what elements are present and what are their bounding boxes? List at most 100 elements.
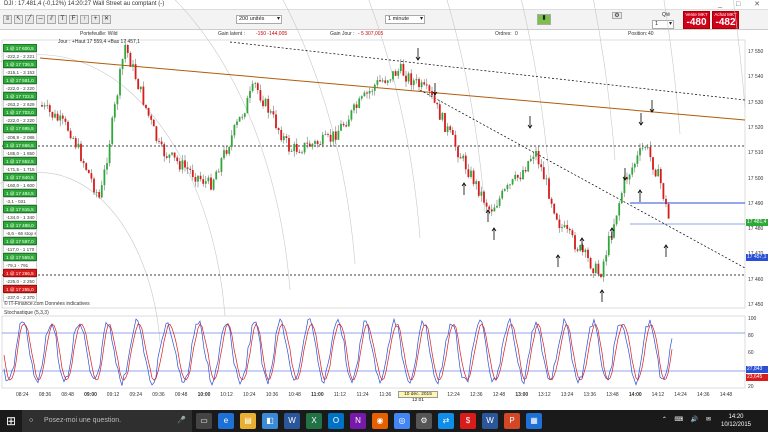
- candle-body: [236, 121, 238, 125]
- candle-body: [277, 128, 280, 131]
- order-row[interactable]: 1 @ 17 695,5: [3, 124, 37, 133]
- candle-body: [197, 175, 199, 182]
- tray-icons[interactable]: ⌃ ⌨ 🔊 ✉: [662, 416, 714, 423]
- candle-body: [529, 158, 532, 162]
- candle-body: [584, 249, 587, 253]
- order-pnl-row[interactable]: -208,9 - 2 086: [3, 132, 37, 141]
- firefox-icon[interactable]: ◉: [372, 413, 388, 429]
- order-row[interactable]: 1 @ 17 652,5: [3, 156, 37, 165]
- candle-body: [119, 69, 121, 96]
- candle-body: [46, 105, 49, 106]
- order-pnl-row[interactable]: -117,0 - 1 170: [3, 245, 37, 254]
- photos-icon[interactable]: ▦: [526, 413, 542, 429]
- candle-body: [189, 168, 192, 170]
- word2-icon[interactable]: W: [482, 413, 498, 429]
- candle-body: [259, 90, 262, 101]
- candle-body: [293, 143, 296, 152]
- outlook-icon[interactable]: O: [328, 413, 344, 429]
- candle-body: [368, 91, 371, 94]
- microphone-icon[interactable]: 🎤: [177, 410, 186, 432]
- order-pnl-row[interactable]: -263,2 - 2 629: [3, 100, 37, 109]
- candle-body: [139, 86, 142, 90]
- order-row[interactable]: 1 @ 17 640,5: [3, 172, 37, 181]
- time-axis-label: 09:00: [84, 392, 97, 398]
- order-row[interactable]: 1 @ 17 722,5: [3, 92, 37, 101]
- order-row[interactable]: 1 @ 17 615,5: [3, 204, 37, 213]
- order-pnl-row[interactable]: -222,2 - 2 221: [3, 52, 37, 61]
- order-row[interactable]: 1 @ 17 484,5: [3, 188, 37, 197]
- candle-body: [641, 147, 644, 149]
- trading-app-icon[interactable]: $: [460, 413, 476, 429]
- clock[interactable]: 14:20 10/12/2015: [716, 413, 756, 429]
- chrome-icon[interactable]: ◎: [394, 413, 410, 429]
- candle-body: [386, 80, 389, 83]
- candle-body: [303, 142, 306, 153]
- explorer-icon[interactable]: ▤: [240, 413, 256, 429]
- candle-body: [150, 115, 153, 120]
- candle-body: [503, 189, 506, 191]
- order-pnl-row[interactable]: -6,6 - 66 stop suiveur: [3, 229, 37, 238]
- settings-icon[interactable]: ⚙: [416, 413, 432, 429]
- cortana-search-box[interactable]: ○ Posez-moi une question. 🎤: [22, 410, 192, 432]
- order-row[interactable]: 1 @ 17 736,5: [3, 60, 37, 69]
- store-icon[interactable]: ◧: [262, 413, 278, 429]
- order-pnl-row[interactable]: -3,1 - 031: [3, 196, 37, 205]
- order-row[interactable]: 1 @ 17 559,5: [3, 253, 37, 262]
- price-axis-label: 17 450: [748, 302, 764, 308]
- teamviewer-icon[interactable]: ⇄: [438, 413, 454, 429]
- clock-date: 10/12/2015: [720, 422, 752, 428]
- order-pnl-row[interactable]: -79,1 - 791: [3, 261, 37, 270]
- excel-icon[interactable]: X: [306, 413, 322, 429]
- order-row[interactable]: 1 @ 17 703,0: [3, 108, 37, 117]
- price-chart[interactable]: [0, 0, 768, 410]
- candle-body: [176, 157, 179, 162]
- candle-body: [353, 104, 355, 111]
- order-pnl-row[interactable]: -171,5 - 1 715: [3, 164, 37, 173]
- clock-time: 14:20: [728, 414, 744, 420]
- edge-icon[interactable]: e: [218, 413, 234, 429]
- order-pnl-row[interactable]: -222,0 - 2 220: [3, 84, 37, 93]
- task-view-icon[interactable]: ▭: [196, 413, 212, 429]
- order-row[interactable]: 1 @ 17 266,5: [3, 269, 37, 278]
- order-row[interactable]: 1 @ 17 600,5: [3, 44, 37, 53]
- order-row[interactable]: 1 @ 17 255,0: [3, 285, 37, 294]
- candle-body: [654, 169, 657, 177]
- order-row[interactable]: 1 @ 17 666,5: [3, 140, 37, 149]
- candle-body: [418, 79, 420, 88]
- candle-body: [441, 113, 444, 120]
- candle-body: [147, 107, 150, 116]
- candle-body: [64, 118, 67, 122]
- word-icon[interactable]: W: [284, 413, 300, 429]
- price-axis-label: 17 460: [748, 276, 764, 283]
- candle-body: [319, 144, 322, 145]
- order-pnl-row[interactable]: -185,0 - 1 850: [3, 148, 37, 157]
- order-pnl-row[interactable]: -160,0 - 1 600: [3, 180, 37, 189]
- order-row[interactable]: 1 @ 17 488,0: [3, 221, 37, 230]
- order-pnl-row[interactable]: -315,1 - 3 153: [3, 68, 37, 77]
- onenote-icon[interactable]: N: [350, 413, 366, 429]
- time-axis-label: 13:00: [515, 392, 529, 398]
- candle-body: [633, 163, 636, 168]
- windows-start-icon[interactable]: ⊞: [0, 410, 22, 432]
- order-pnl-row[interactable]: -134,0 - 1 340: [3, 212, 37, 222]
- candle-body: [420, 82, 423, 88]
- candle-body: [496, 205, 498, 208]
- order-row[interactable]: 1 @ 17 597,0: [3, 237, 37, 246]
- candle-body: [77, 143, 80, 148]
- candle-body: [215, 171, 218, 180]
- order-pnl-row[interactable]: -222,0 - 2 220 suiveur: [3, 116, 37, 125]
- candle-body: [220, 158, 223, 172]
- candle-body: [59, 115, 62, 121]
- candle-body: [646, 146, 649, 148]
- order-pnl-row[interactable]: -225,0 - 2 250: [3, 277, 37, 286]
- candle-body: [173, 152, 176, 158]
- order-row[interactable]: 1 @ 17 581,0: [3, 76, 37, 85]
- candle-body: [561, 227, 563, 229]
- candle-body: [540, 164, 543, 168]
- candle-body: [527, 161, 530, 172]
- candle-body: [329, 134, 332, 142]
- candle-body: [524, 170, 527, 172]
- time-axis-label: 12:24: [447, 392, 460, 398]
- time-axis-label: 14:36: [697, 392, 710, 398]
- powerpoint-icon[interactable]: P: [504, 413, 520, 429]
